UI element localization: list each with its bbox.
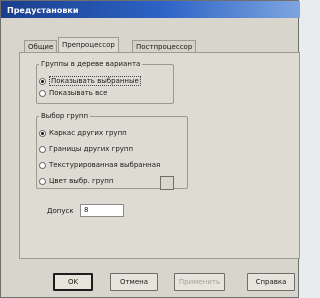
- tolerance-input[interactable]: 8: [80, 204, 124, 217]
- group-selection-legend: Выбор групп: [41, 112, 89, 120]
- radio-checked-icon[interactable]: [39, 130, 46, 137]
- radio-show-all-label: Показывать все: [49, 89, 108, 97]
- tab-panel: Группы в дереве варианта Показывать выбр…: [19, 52, 300, 259]
- title-bar[interactable]: Предустановки: [1, 1, 300, 18]
- window-title: Предустановки: [7, 6, 79, 15]
- radio-unchecked-icon[interactable]: [39, 90, 46, 97]
- help-button[interactable]: Справка: [247, 273, 295, 291]
- tab-bar: Общие Препроцессор Постпроцессор: [1, 35, 300, 52]
- tree-groups-box: Группы в дереве варианта Показывать выбр…: [36, 60, 174, 104]
- color-swatch-button[interactable]: [160, 176, 174, 190]
- cancel-button[interactable]: Отмена: [110, 273, 158, 291]
- apply-button[interactable]: Применить: [174, 273, 225, 291]
- radio-borders-others-label: Границы других групп: [49, 145, 134, 153]
- radio-unchecked-icon[interactable]: [39, 178, 46, 185]
- group-selection-box: Выбор групп Каркас других групп Границы …: [36, 112, 188, 190]
- radio-selected-color[interactable]: Цвет выбр. групп: [37, 176, 113, 187]
- radio-wireframe-others-label: Каркас других групп: [49, 129, 127, 137]
- radio-selected-color-label: Цвет выбр. групп: [49, 177, 114, 185]
- tab-preprocessor[interactable]: Препроцессор: [58, 37, 119, 52]
- radio-borders-others[interactable]: Границы других групп: [37, 144, 133, 155]
- tree-groups-legend: Группы в дереве варианта: [41, 60, 141, 68]
- tab-general[interactable]: Общие: [24, 40, 58, 52]
- radio-textured-selected[interactable]: Текстурированная выбранная: [37, 160, 160, 171]
- radio-show-selected-label: Показывать выбранные: [49, 76, 141, 86]
- radio-show-all[interactable]: Показывать все: [37, 88, 107, 99]
- radio-wireframe-others[interactable]: Каркас других групп: [37, 128, 127, 139]
- radio-checked-icon[interactable]: [39, 78, 46, 85]
- preferences-dialog: Предустановки Общие Препроцессор Постпро…: [0, 0, 300, 298]
- ok-button[interactable]: OK: [53, 273, 93, 291]
- tolerance-label: Допуск: [47, 207, 74, 215]
- radio-unchecked-icon[interactable]: [39, 146, 46, 153]
- radio-show-selected[interactable]: Показывать выбранные: [37, 76, 141, 87]
- tab-postprocessor[interactable]: Постпроцессор: [132, 40, 197, 52]
- radio-textured-selected-label: Текстурированная выбранная: [49, 161, 161, 169]
- radio-unchecked-icon[interactable]: [39, 162, 46, 169]
